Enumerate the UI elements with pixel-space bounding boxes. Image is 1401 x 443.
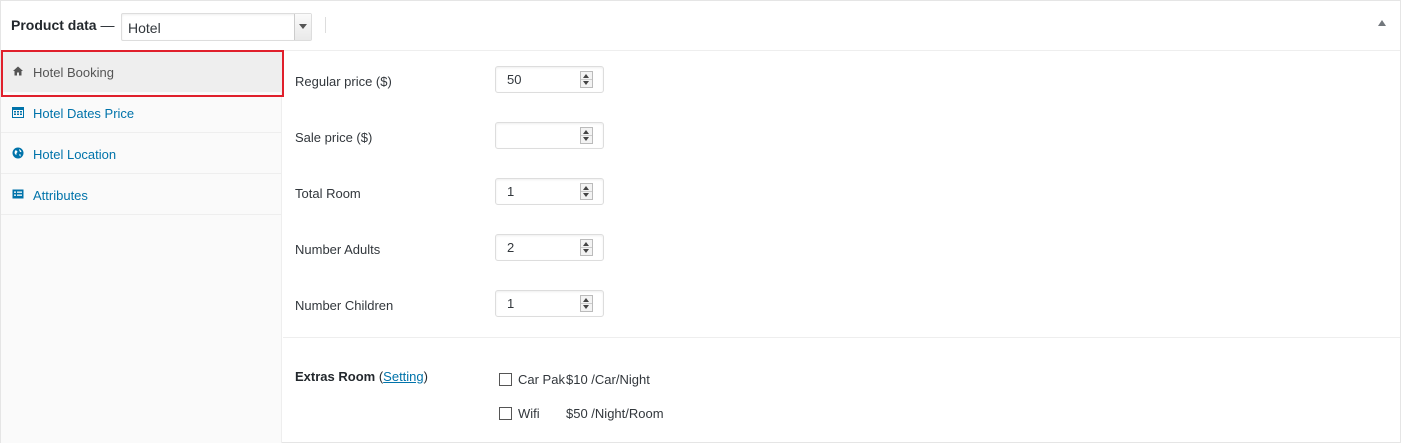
number-spinner[interactable] xyxy=(580,239,593,256)
section-divider xyxy=(283,337,1400,338)
extra-car-pak-checkbox[interactable] xyxy=(499,373,512,386)
extra-name: Car Pak xyxy=(518,372,565,387)
tab-hotel-location[interactable]: Hotel Location xyxy=(1,133,281,174)
sale-price-input[interactable] xyxy=(495,122,604,149)
extra-price: $50 /Night/Room xyxy=(566,406,664,421)
product-type-select[interactable]: Hotel xyxy=(121,13,312,41)
close-paren: ) xyxy=(423,369,428,384)
home-icon xyxy=(13,66,23,76)
tab-label: Hotel Location xyxy=(33,147,117,162)
tab-label: Attributes xyxy=(33,188,88,203)
hotel-booking-panel: Regular price ($) 50 Sale price ($) Tota… xyxy=(283,51,1400,443)
number-children-label: Number Children xyxy=(295,298,394,313)
number-adults-row: Number Adults 2 xyxy=(283,219,1400,275)
panel-title: Product data — xyxy=(11,17,114,33)
number-spinner[interactable] xyxy=(580,71,593,88)
number-children-input[interactable]: 1 xyxy=(495,290,604,317)
number-children-value: 1 xyxy=(507,296,515,311)
product-data-tabs: Hotel Booking Hotel Dates Price Hotel Lo… xyxy=(1,50,284,443)
collapse-arrow-icon[interactable] xyxy=(1378,20,1386,26)
number-spinner[interactable] xyxy=(580,127,593,144)
number-adults-label: Number Adults xyxy=(295,242,381,257)
extras-room-label: Extras Room (Setting) xyxy=(295,369,428,384)
tab-attributes[interactable]: Attributes xyxy=(1,174,281,215)
extra-price: $10 /Car/Night xyxy=(566,372,650,387)
tab-hotel-dates-price[interactable]: Hotel Dates Price xyxy=(1,92,281,133)
panel-title-text: Product data xyxy=(11,17,97,33)
extra-wifi[interactable]: Wifi $50 /Night/Room xyxy=(499,406,699,424)
regular-price-value: 50 xyxy=(507,72,522,87)
list-icon xyxy=(12,189,24,199)
tab-label: Hotel Dates Price xyxy=(33,106,135,121)
number-children-row: Number Children 1 xyxy=(283,275,1400,331)
regular-price-input[interactable]: 50 xyxy=(495,66,604,93)
number-spinner[interactable] xyxy=(580,295,593,312)
product-data-panel: Product data — Hotel Hotel Booking Hotel… xyxy=(0,0,1401,443)
total-room-label: Total Room xyxy=(295,186,361,201)
total-room-row: Total Room 1 xyxy=(283,163,1400,219)
extras-setting-link[interactable]: Setting xyxy=(383,369,423,384)
number-adults-input[interactable]: 2 xyxy=(495,234,604,261)
total-room-input[interactable]: 1 xyxy=(495,178,604,205)
sale-price-label: Sale price ($) xyxy=(295,130,373,145)
calendar-icon xyxy=(12,107,24,118)
panel-title-dash: — xyxy=(100,17,115,33)
sale-price-row: Sale price ($) xyxy=(283,107,1400,163)
product-type-value: Hotel xyxy=(128,20,161,36)
extra-car-pak[interactable]: Car Pak $10 /Car/Night xyxy=(499,372,699,390)
extras-room-title: Extras Room xyxy=(295,369,376,384)
chevron-down-icon xyxy=(294,14,311,40)
extra-wifi-checkbox[interactable] xyxy=(499,407,512,420)
header-separator xyxy=(325,17,326,33)
tab-hotel-booking[interactable]: Hotel Booking xyxy=(1,50,284,97)
tab-label: Hotel Booking xyxy=(33,65,114,80)
regular-price-row: Regular price ($) 50 xyxy=(283,51,1400,107)
number-spinner[interactable] xyxy=(580,183,593,200)
total-room-value: 1 xyxy=(507,184,515,199)
panel-header: Product data — Hotel xyxy=(1,1,1400,51)
globe-icon xyxy=(12,147,24,159)
number-adults-value: 2 xyxy=(507,240,515,255)
extra-name: Wifi xyxy=(518,406,540,421)
regular-price-label: Regular price ($) xyxy=(295,74,392,89)
